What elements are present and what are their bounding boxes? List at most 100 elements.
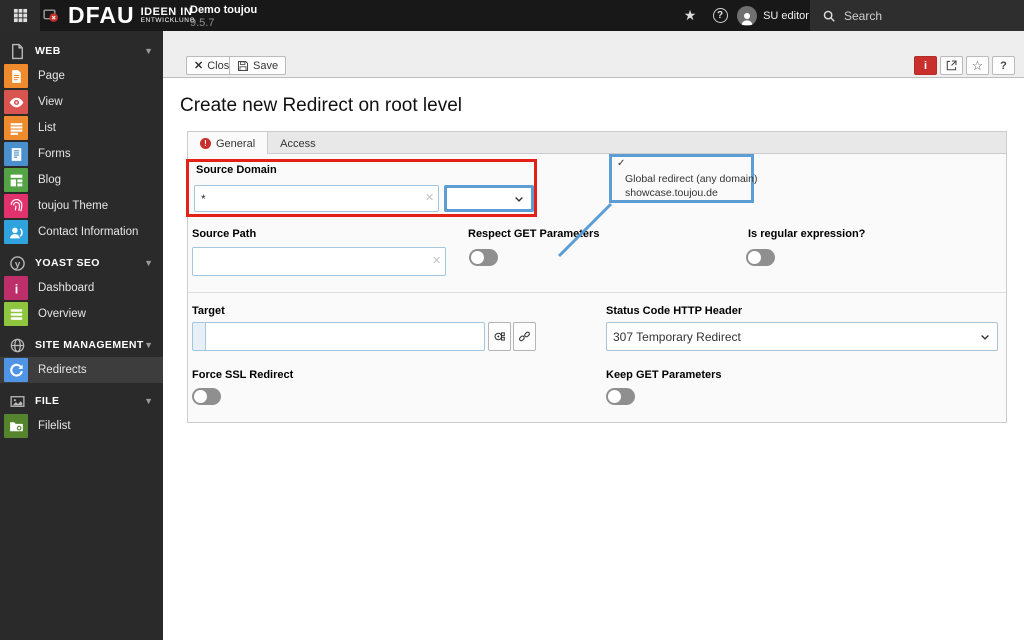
- module-label: Filelist: [38, 420, 71, 432]
- bars-icon: [4, 302, 28, 326]
- bookmarks-button[interactable]: ★: [676, 0, 704, 31]
- force-ssl-redirect-label: Force SSL Redirect: [192, 369, 294, 381]
- toolbar-search[interactable]: [810, 0, 1024, 31]
- keep-get-parameters-toggle[interactable]: [606, 388, 635, 405]
- username: SU editor: [763, 9, 809, 22]
- sidebar-section-yoast-seo[interactable]: YOAST SEO ▼: [0, 251, 163, 275]
- module-label: Dashboard: [38, 282, 95, 294]
- sidebar-item-toujou-theme[interactable]: toujou Theme: [0, 193, 163, 219]
- grid-icon: [13, 8, 28, 23]
- sidebar-item-overview[interactable]: Overview: [0, 301, 163, 327]
- blog-icon: [4, 168, 28, 192]
- module-label: Overview: [38, 308, 86, 320]
- sidebar-item-list[interactable]: List: [0, 115, 163, 141]
- logo-subtext: IDEEN IN ENTWICKLUNG: [140, 5, 196, 24]
- source-domain-select[interactable]: [444, 185, 534, 212]
- external-link-icon: [945, 59, 958, 72]
- module-label: Contact Information: [38, 226, 139, 238]
- tab-access[interactable]: Access: [268, 132, 327, 155]
- browse-records-button[interactable]: [488, 322, 511, 351]
- top-bar: DFAU IDEEN IN ENTWICKLUNG Demo toujou 9.…: [0, 0, 1024, 31]
- sidebar-section-site-management[interactable]: SITE MANAGEMENT ▼: [0, 333, 163, 357]
- clear-cache-button[interactable]: [36, 0, 64, 31]
- search-icon: [822, 9, 836, 23]
- tab-general[interactable]: ! General: [188, 131, 269, 155]
- source-domain-input[interactable]: [194, 185, 439, 212]
- module-label: Blog: [38, 174, 62, 186]
- eye-icon: [4, 90, 28, 114]
- contact-icon: [4, 220, 28, 244]
- source-path-input[interactable]: [192, 247, 446, 276]
- section-label: FILE: [35, 395, 60, 407]
- sidebar-section-web[interactable]: WEB ▼: [0, 39, 163, 63]
- dfau-logo[interactable]: DFAU IDEEN IN ENTWICKLUNG: [68, 0, 195, 31]
- page-icon: [4, 64, 28, 88]
- keep-get-parameters-label: Keep GET Parameters: [606, 369, 722, 381]
- user-menu-button[interactable]: SU editor: [736, 0, 810, 31]
- star-icon: ★: [683, 7, 697, 23]
- target-input[interactable]: [205, 322, 485, 351]
- clear-icon[interactable]: ✕: [432, 254, 441, 267]
- chevron-down-icon: ▼: [144, 46, 153, 56]
- source-domain-label: Source Domain: [196, 164, 277, 176]
- star-outline-icon: ☆: [971, 57, 984, 73]
- sidebar-item-contact-information[interactable]: Contact Information: [0, 219, 163, 245]
- save-icon: [237, 60, 249, 72]
- form-icon: [4, 142, 28, 166]
- add-bookmark-button[interactable]: ☆: [966, 56, 989, 75]
- browse-records-icon: [493, 330, 506, 343]
- sidebar-item-page[interactable]: Page: [0, 63, 163, 89]
- module-label: toujou Theme: [38, 200, 109, 212]
- sidebar-item-dashboard[interactable]: Dashboard: [0, 275, 163, 301]
- status-code-value: 307 Temporary Redirect: [613, 329, 741, 344]
- source-path-label: Source Path: [192, 228, 257, 240]
- link-wizard-button[interactable]: [513, 322, 536, 351]
- form-panel: ! General Access Source Domain ✕ Source …: [186, 131, 1007, 423]
- redirect-icon: [4, 358, 28, 382]
- respect-get-parameters-toggle[interactable]: [469, 249, 498, 266]
- sidebar-item-redirects[interactable]: Redirects: [0, 357, 163, 383]
- doc-header: ✕ Close Save i ☆ ?: [163, 31, 1024, 78]
- chevron-down-icon: [513, 193, 525, 205]
- section-label: YOAST SEO: [35, 257, 100, 269]
- fingerprint-icon: [4, 194, 28, 218]
- info-icon: [4, 276, 28, 300]
- record-info-button[interactable]: i: [914, 56, 937, 75]
- status-code-label: Status Code HTTP Header: [606, 305, 743, 317]
- module-menu-toggle-button[interactable]: [0, 0, 40, 31]
- docheader-help-button[interactable]: ?: [992, 56, 1015, 75]
- sidebar-item-blog[interactable]: Blog: [0, 167, 163, 193]
- close-icon: ✕: [194, 60, 204, 72]
- is-regular-expression-toggle[interactable]: [746, 249, 775, 266]
- open-in-new-window-button[interactable]: [940, 56, 963, 75]
- target-input-prefix: [192, 322, 206, 351]
- fieldset-divider: [188, 292, 1006, 293]
- save-label: Save: [253, 59, 279, 72]
- save-button[interactable]: Save: [229, 56, 287, 75]
- folder-icon: [4, 414, 28, 438]
- sidebar-item-view[interactable]: View: [0, 89, 163, 115]
- module-label: Page: [38, 70, 65, 82]
- record-state-badge: Redirect NEW: [350, 427, 1024, 443]
- module-menu: WEB ▼ Page View List Forms Blog toujou T…: [0, 31, 163, 640]
- chevron-down-icon: ▼: [144, 258, 153, 268]
- module-label: Redirects: [38, 364, 87, 376]
- help-icon: ?: [712, 8, 728, 23]
- question-icon: ?: [1000, 59, 1007, 72]
- content-area: Create new Redirect on root level ! Gene…: [163, 78, 1024, 640]
- clear-icon[interactable]: ✕: [425, 191, 434, 204]
- sidebar-section-file[interactable]: FILE ▼: [0, 389, 163, 413]
- typo3-version: 9.5.7: [190, 16, 215, 29]
- avatar: [737, 5, 758, 26]
- sidebar-item-forms[interactable]: Forms: [0, 141, 163, 167]
- sidebar-item-filelist[interactable]: Filelist: [0, 413, 163, 439]
- tab-general-label: General: [216, 137, 256, 150]
- target-label: Target: [192, 305, 225, 317]
- force-ssl-redirect-toggle[interactable]: [192, 388, 221, 405]
- help-button[interactable]: ?: [706, 0, 734, 31]
- status-code-select[interactable]: 307 Temporary Redirect: [606, 322, 998, 351]
- error-badge-icon: !: [200, 138, 211, 149]
- search-input[interactable]: [844, 8, 994, 23]
- page-title: Create new Redirect on root level: [180, 95, 462, 116]
- link-icon: [518, 330, 531, 343]
